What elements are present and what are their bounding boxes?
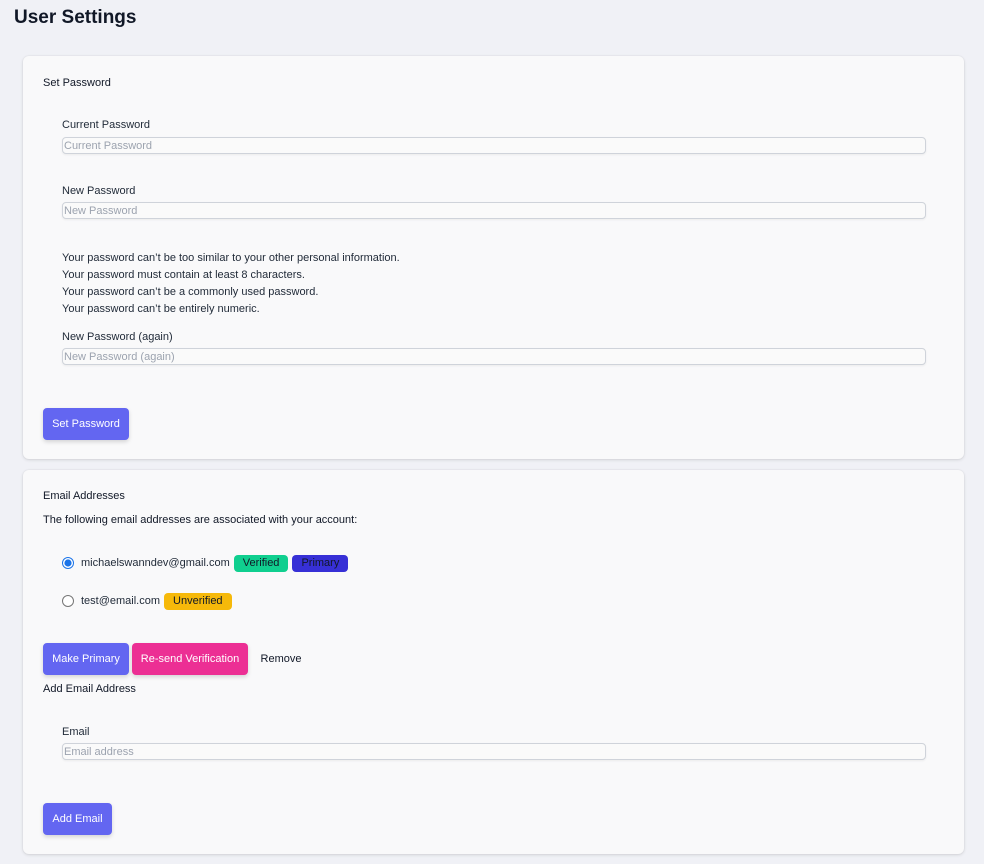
email-addresses-heading: Email Addresses [43,490,125,502]
email-list-item: test@email.com Unverified [62,592,236,610]
email-label: Email [62,726,90,738]
unverified-badge: Unverified [164,592,232,610]
email-list-item: michaelswanndev@gmail.com Verified Prima… [62,554,352,572]
add-email-heading: Add Email Address [43,683,136,695]
current-password-label: Current Password [62,119,151,131]
email-input[interactable] [62,743,926,760]
current-password-input[interactable] [62,137,926,154]
password-help-item: Your password can’t be entirely numeric. [62,303,260,315]
password-help-item: Your password can’t be a commonly used p… [62,286,319,298]
new-password-again-input[interactable] [62,348,926,365]
set-password-card: Set Password Current Password New Passwo… [23,56,964,459]
remove-email-button[interactable]: Remove [252,643,310,675]
verified-badge: Verified [233,554,289,572]
make-primary-button[interactable]: Make Primary [43,643,129,675]
email-address: michaelswanndev@gmail.com [81,557,230,569]
new-password-again-label: New Password (again) [62,331,173,343]
email-radio-test[interactable] [62,595,74,607]
set-password-button[interactable]: Set Password [43,408,129,440]
email-addresses-description: The following email addresses are associ… [43,514,358,526]
add-email-button[interactable]: Add Email [43,803,112,835]
resend-verification-button[interactable]: Re-send Verification [132,643,248,675]
new-password-input[interactable] [62,202,926,219]
primary-badge: Primary [292,554,349,572]
email-address: test@email.com [81,595,161,607]
set-password-heading: Set Password [43,77,111,89]
password-help-item: Your password must contain at least 8 ch… [62,269,305,281]
email-radio-primary[interactable] [62,557,74,569]
email-addresses-card: Email Addresses The following email addr… [23,470,964,854]
page-title: User Settings [14,7,137,28]
new-password-label: New Password [62,185,136,197]
password-help-item: Your password can’t be too similar to yo… [62,252,400,264]
password-help-list: Your password can’t be too similar to yo… [62,250,400,318]
